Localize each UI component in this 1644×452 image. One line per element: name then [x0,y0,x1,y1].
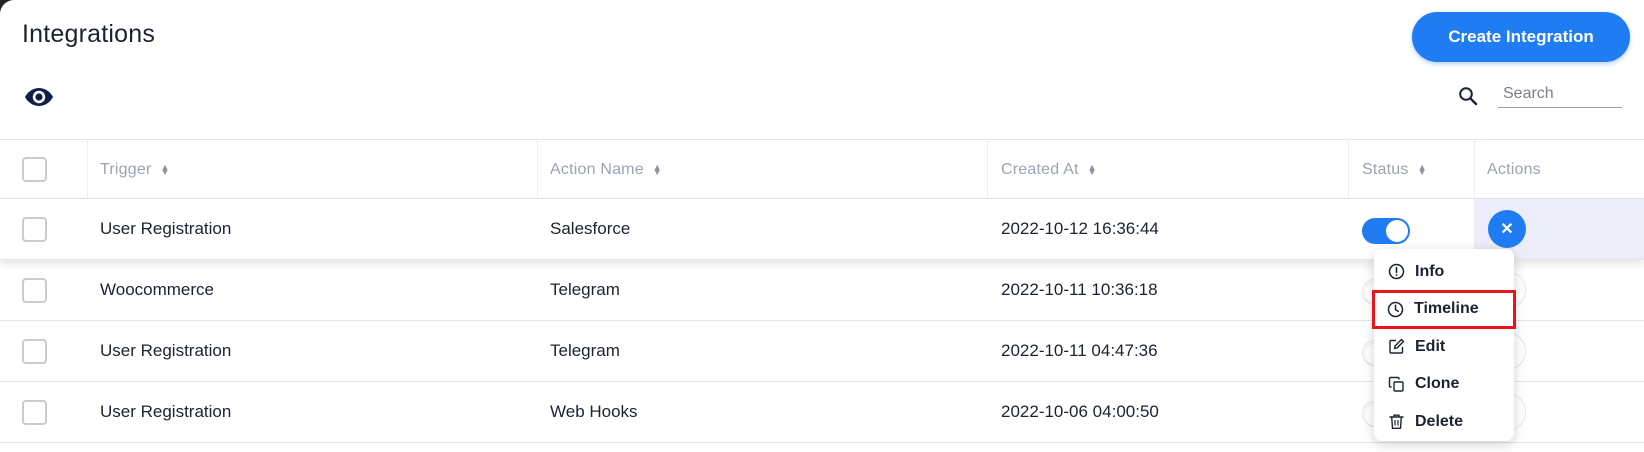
created-at-cell: 2022-10-06 04:00:50 [1001,402,1159,421]
menu-item-label: Delete [1415,412,1464,430]
menu-item-label: Timeline [1414,300,1479,318]
create-integration-button[interactable]: Create Integration [1412,12,1630,62]
action-name-cell: Telegram [550,280,620,299]
column-label: Trigger [100,160,152,178]
created-at-cell: 2022-10-11 04:47:36 [1001,341,1158,360]
menu-item-label: Clone [1415,375,1460,393]
action-name-cell: Salesforce [550,219,631,238]
column-created-at[interactable]: Created At ▲ ▼ [987,140,1348,199]
created-at-cell: 2022-10-12 16:36:44 [1001,219,1159,238]
menu-item-label: Info [1415,262,1445,280]
trigger-cell: User Registration [100,341,232,360]
close-actions-button[interactable]: ✕ [1488,210,1526,248]
column-actions: Actions [1474,140,1644,199]
clock-icon [1387,301,1404,317]
integrations-page: Integrations Create Integration Trigger … [0,0,1644,452]
column-label: Action Name [550,160,644,178]
action-name-cell: Telegram [550,341,620,360]
toggle-knob [1386,220,1408,242]
table-header: Trigger ▲ ▼ Action Name ▲ ▼ Created At ▲ ▼ … [0,139,1644,199]
menu-item-edit[interactable]: Edit [1374,328,1514,366]
menu-item-label: Edit [1415,337,1446,355]
integrations-table: Trigger ▲ ▼ Action Name ▲ ▼ Created At ▲ ▼ … [0,139,1644,443]
action-name-cell: Web Hooks [550,402,638,421]
row-checkbox[interactable] [22,339,47,364]
row-checkbox[interactable] [22,278,47,303]
row-checkbox[interactable] [22,400,47,425]
column-action-name[interactable]: Action Name ▲ ▼ [537,140,987,199]
menu-item-delete[interactable]: Delete [1374,403,1514,441]
info-icon [1388,264,1405,280]
sort-icon[interactable]: ▲ ▼ [1418,162,1427,176]
sort-icon[interactable]: ▲ ▼ [1088,162,1097,176]
sort-icon[interactable]: ▲ ▼ [653,162,662,176]
trigger-cell: User Registration [100,402,232,421]
trigger-cell: User Registration [100,219,232,238]
column-label: Actions [1487,160,1541,178]
menu-item-timeline[interactable]: Timeline [1372,289,1516,329]
trash-icon [1389,414,1404,430]
row-checkbox[interactable] [22,217,47,242]
eye-icon[interactable] [24,86,56,108]
search-icon[interactable] [1458,86,1478,106]
page-title: Integrations [22,20,156,48]
column-label: Created At [1001,160,1079,178]
select-all-checkbox[interactable] [22,157,47,182]
trigger-cell: Woocommerce [100,280,214,299]
actions-menu: Info Timeline Edit Clone Delete [1372,249,1516,441]
menu-item-info[interactable]: Info [1374,253,1514,291]
edit-icon [1389,339,1405,354]
column-status[interactable]: Status ▲ ▼ [1348,140,1474,199]
search-input[interactable] [1498,80,1622,108]
column-label: Status [1362,160,1409,178]
clone-icon [1388,376,1404,392]
menu-item-clone[interactable]: Clone [1374,366,1514,404]
column-trigger[interactable]: Trigger ▲ ▼ [87,140,537,199]
sort-icon[interactable]: ▲ ▼ [161,162,170,176]
status-toggle[interactable] [1362,218,1410,244]
created-at-cell: 2022-10-11 10:36:18 [1001,280,1158,299]
